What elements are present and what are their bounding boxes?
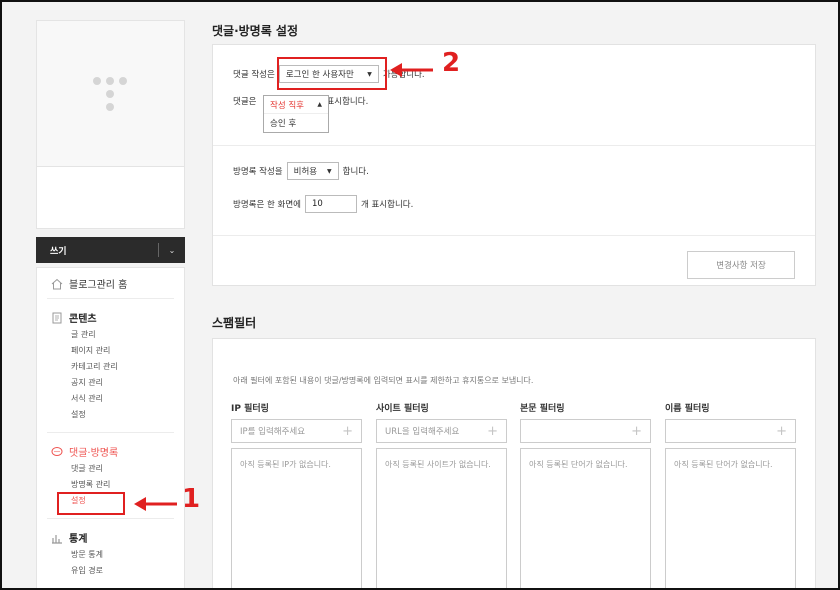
- sidebar-item-pages[interactable]: 페이지 관리: [71, 345, 110, 356]
- guestbook-write-suffix: 합니다.: [342, 167, 369, 177]
- dropdown-option-selected[interactable]: 작성 직후 ▲: [264, 96, 328, 114]
- home-icon: [51, 278, 63, 289]
- site-filter-input[interactable]: URL을 입력해주세요 +: [376, 419, 507, 443]
- site-filter-list: 아직 등록된 사이트가 없습니다.: [376, 448, 507, 588]
- body-filter-input[interactable]: +: [520, 419, 651, 443]
- guestbook-write-prefix: 방명록 작성을: [233, 167, 283, 177]
- guestbook-write-row: 방명록 작성을 비허용 ▼ 합니다.: [233, 162, 369, 180]
- default-profile-icon: [93, 77, 133, 117]
- sidebar-group-comments[interactable]: 댓글·방명록: [51, 444, 118, 459]
- sidebar-item-templates[interactable]: 서식 관리: [71, 393, 103, 404]
- spam-description: 아래 필터에 포함된 내용이 댓글/방명록에 입력되면 표시를 제한하고 휴지통…: [233, 376, 534, 385]
- guestbook-permission-select[interactable]: 비허용 ▼: [286, 162, 339, 180]
- sidebar-item-comment-manage[interactable]: 댓글 관리: [71, 463, 103, 474]
- plus-icon[interactable]: +: [342, 425, 353, 438]
- filter-label: 본문 필터링: [520, 404, 565, 414]
- annotation-number-2: 2: [442, 48, 461, 78]
- comment-write-prefix: 댓글 작성은: [233, 70, 275, 80]
- blog-name-area: [36, 167, 185, 229]
- sidebar-item-guestbook-manage[interactable]: 방명록 관리: [71, 479, 110, 490]
- settings-title: 댓글·방명록 설정: [212, 24, 299, 38]
- spam-panel: 아래 필터에 포함된 내용이 댓글/방명록에 입력되면 표시를 제한하고 휴지통…: [212, 338, 816, 588]
- sidebar-group-contents[interactable]: 콘텐츠: [51, 310, 97, 325]
- plus-icon[interactable]: +: [776, 425, 787, 438]
- bar-chart-icon: [52, 534, 62, 544]
- sidebar-item-content-settings[interactable]: 설정: [71, 409, 86, 420]
- filter-label: 사이트 필터링: [376, 404, 429, 414]
- sidebar-item-label: 블로그관리 홈: [69, 280, 128, 291]
- section-divider: [213, 235, 815, 236]
- ip-filter: IP 필터링 IP를 입력해주세요 + 아직 등록된 IP가 없습니다.: [231, 401, 362, 588]
- menu-divider: [47, 518, 174, 519]
- guestbook-count-prefix: 방명록은 한 화면에: [233, 200, 301, 210]
- annotation-highlight-1: [57, 492, 125, 515]
- main-content: 댓글·방명록 설정 댓글 작성은 로그인 한 사용자만 ▼ 가능합니다. 댓글은…: [212, 2, 816, 588]
- guestbook-count-input[interactable]: 10: [304, 195, 357, 213]
- dropdown-option[interactable]: 승인 후: [264, 114, 328, 132]
- guestbook-count-row: 방명록은 한 화면에 10 개 표시합니다.: [233, 195, 413, 213]
- comment-display-prefix: 댓글은: [233, 97, 257, 107]
- arrow-left-icon: [134, 497, 177, 511]
- sidebar-group-stats[interactable]: 통계: [51, 530, 87, 545]
- body-filter: 본문 필터링 + 아직 등록된 단어가 없습니다.: [520, 401, 651, 588]
- group-title: 콘텐츠: [69, 314, 97, 325]
- site-filter: 사이트 필터링 URL을 입력해주세요 + 아직 등록된 사이트가 없습니다.: [376, 401, 507, 588]
- sidebar-item-home[interactable]: 블로그관리 홈: [51, 276, 127, 291]
- plus-icon[interactable]: +: [487, 425, 498, 438]
- save-button[interactable]: 변경사항 저장: [687, 251, 795, 279]
- name-filter: 이름 필터링 + 아직 등록된 단어가 없습니다.: [665, 401, 796, 588]
- group-title: 통계: [69, 534, 88, 545]
- sidebar-menu: 블로그관리 홈 콘텐츠 글 관리 페이지 관리 카테고리 관리 공지 관리 서식…: [36, 267, 185, 588]
- comment-display-dropdown[interactable]: 작성 직후 ▲ 승인 후: [263, 95, 329, 133]
- body-filter-list: 아직 등록된 단어가 없습니다.: [520, 448, 651, 588]
- select-value: 비허용: [293, 167, 318, 177]
- section-divider: [213, 145, 815, 146]
- blog-profile-image[interactable]: [36, 20, 185, 167]
- filter-label: 이름 필터링: [665, 404, 710, 414]
- annotation-number-1: 1: [182, 484, 201, 514]
- menu-divider: [47, 432, 174, 433]
- name-filter-input[interactable]: +: [665, 419, 796, 443]
- group-title: 댓글·방명록: [69, 448, 119, 459]
- comment-icon: [51, 446, 63, 456]
- guestbook-count-suffix: 개 표시합니다.: [360, 200, 414, 210]
- caret-up-icon: ▲: [317, 101, 322, 108]
- annotation-highlight-2: [277, 57, 387, 90]
- write-button[interactable]: 쓰기 ⌄: [36, 237, 185, 263]
- sidebar-item-categories[interactable]: 카테고리 관리: [71, 361, 118, 372]
- plus-icon[interactable]: +: [631, 425, 642, 438]
- sidebar-item-posts[interactable]: 글 관리: [71, 329, 96, 340]
- spam-title: 스팸필터: [212, 316, 257, 330]
- filter-label: IP 필터링: [231, 404, 269, 414]
- menu-divider: [47, 298, 174, 299]
- screenshot-frame: 쓰기 ⌄ 블로그관리 홈 콘텐츠 글 관리 페이지 관리 카테고리 관리 공지 …: [0, 0, 840, 590]
- ip-filter-list: 아직 등록된 IP가 없습니다.: [231, 448, 362, 588]
- ip-filter-input[interactable]: IP를 입력해주세요 +: [231, 419, 362, 443]
- comment-display-suffix: 표시합니다.: [326, 97, 369, 107]
- sidebar-item-visit-stats[interactable]: 방문 통계: [71, 549, 103, 560]
- caret-down-icon: ▼: [327, 167, 332, 175]
- name-filter-list: 아직 등록된 단어가 없습니다.: [665, 448, 796, 588]
- document-icon: [52, 312, 62, 323]
- arrow-left-icon: [390, 63, 433, 77]
- sidebar-item-notices[interactable]: 공지 관리: [71, 377, 103, 388]
- write-label: 쓰기: [50, 246, 67, 257]
- sidebar-item-referrers[interactable]: 유입 경로: [71, 565, 103, 576]
- chevron-down-icon[interactable]: ⌄: [159, 246, 185, 255]
